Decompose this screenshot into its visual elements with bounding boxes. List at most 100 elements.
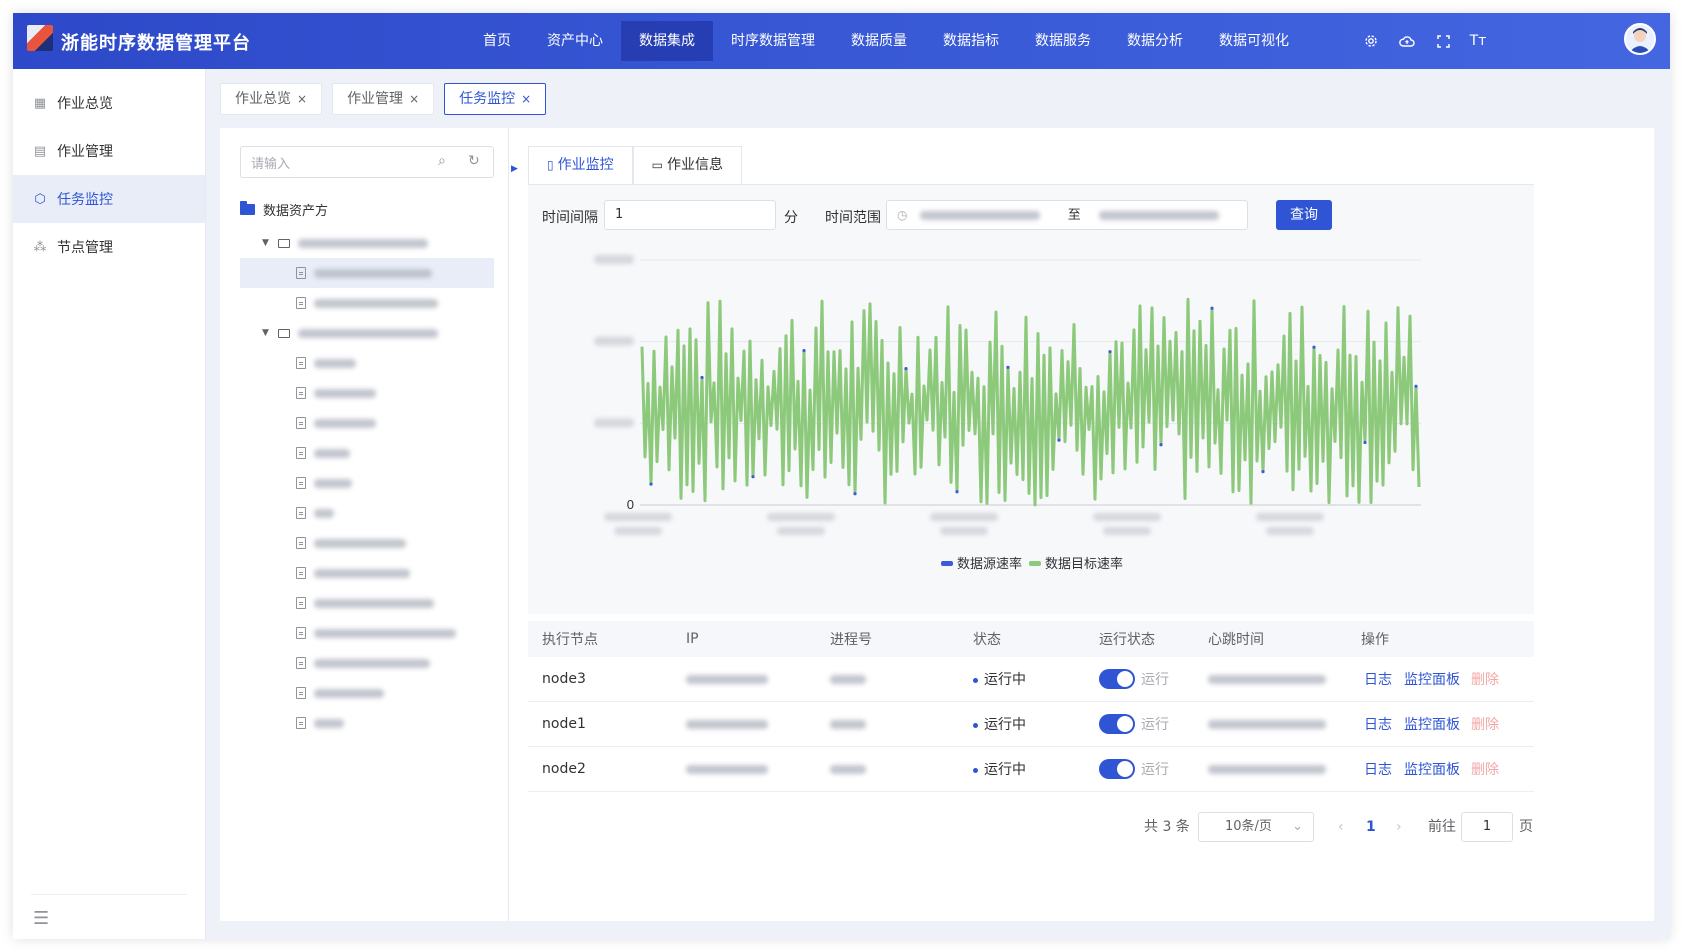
tree-leaf[interactable] <box>240 708 494 738</box>
tree-search[interactable]: ⌕ ↻ <box>240 146 494 178</box>
tree-group[interactable]: ▼ <box>240 318 494 348</box>
run-toggle[interactable] <box>1099 714 1135 734</box>
tree-leaf[interactable] <box>240 648 494 678</box>
redacted-ip <box>686 719 768 729</box>
search-input[interactable] <box>251 153 431 173</box>
tree-leaf[interactable] <box>240 438 494 468</box>
redacted-pid <box>830 719 866 729</box>
monitor-panel: ▯ 作业监控 ▭ 作业信息 0 数据源速率 数据目标速率 时间间隔 1 分 时间范围 ◷… <box>528 128 1534 921</box>
delete-link[interactable]: 删除 <box>1471 714 1499 734</box>
log-link[interactable]: 日志 <box>1364 714 1392 734</box>
tree-leaf[interactable] <box>240 618 494 648</box>
cloud-icon[interactable] <box>1395 29 1419 53</box>
sidebar-item-job-management[interactable]: ▤ 作业管理 <box>13 127 205 175</box>
col-status: 状态 <box>973 632 1001 648</box>
series-source-point <box>955 490 959 494</box>
status-dot-icon <box>973 677 978 683</box>
log-link[interactable]: 日志 <box>1364 759 1392 779</box>
sidebar-item-task-monitor[interactable]: ⬡ 任务监控 <box>13 175 205 223</box>
tree-leaf[interactable] <box>240 498 494 528</box>
tree-leaf[interactable] <box>240 678 494 708</box>
fullscreen-icon[interactable] <box>1431 29 1455 53</box>
close-icon[interactable]: × <box>297 92 307 106</box>
series-source-point <box>1210 306 1214 310</box>
tab-job-monitor[interactable]: ▯ 作业监控 <box>528 146 633 184</box>
run-state-label: 运行 <box>1141 672 1169 688</box>
next-page-icon[interactable]: › <box>1396 812 1402 842</box>
search-icon[interactable]: ⌕ <box>438 153 446 169</box>
nav-timeseries[interactable]: 时序数据管理 <box>713 21 833 61</box>
menu-collapse-icon[interactable]: ☰ <box>33 908 49 929</box>
status-badge: 运行中 <box>973 669 1026 689</box>
nav-data-visualization[interactable]: 数据可视化 <box>1201 21 1307 61</box>
tree-leaf[interactable] <box>240 588 494 618</box>
log-link[interactable]: 日志 <box>1364 669 1392 689</box>
tab-job-info[interactable]: ▭ 作业信息 <box>632 146 742 184</box>
status-badge: 运行中 <box>973 759 1026 779</box>
sidebar-item-job-overview[interactable]: ▦ 作业总览 <box>13 79 205 127</box>
delete-link[interactable]: 删除 <box>1471 759 1499 779</box>
monitor-panel-link[interactable]: 监控面板 <box>1404 714 1460 734</box>
prev-page-icon[interactable]: ‹ <box>1338 812 1344 842</box>
nav-asset-center[interactable]: 资产中心 <box>529 21 621 61</box>
total-count: 共 3 条 <box>1144 819 1190 835</box>
nav-data-integration[interactable]: 数据集成 <box>621 21 713 61</box>
series-source-point <box>1108 350 1112 354</box>
nav-data-analysis[interactable]: 数据分析 <box>1109 21 1201 61</box>
nav-data-service[interactable]: 数据服务 <box>1017 21 1109 61</box>
tree-group[interactable]: ▼ <box>240 228 494 258</box>
legend-swatch-target <box>1029 561 1041 566</box>
close-icon[interactable]: × <box>521 92 531 106</box>
tree-root[interactable]: 数据资产方 <box>240 194 494 224</box>
series-source-point <box>700 375 704 380</box>
sidebar-item-label: 节点管理 <box>57 240 113 256</box>
tab-task-monitor[interactable]: 任务监控 × <box>444 83 547 115</box>
run-toggle[interactable] <box>1099 759 1135 779</box>
nav-data-quality[interactable]: 数据质量 <box>833 21 925 61</box>
redacted-heartbeat <box>1208 674 1326 684</box>
date-range-picker[interactable]: ◷ 至 <box>886 200 1248 230</box>
tree-leaf[interactable] <box>240 258 494 288</box>
goto-label: 前往 <box>1428 819 1456 835</box>
nav-home[interactable]: 首页 <box>465 21 529 61</box>
goto-page-input[interactable]: 1 <box>1461 812 1513 842</box>
redacted-text <box>314 568 410 578</box>
main-card: ⌕ ↻ 数据资产方 ▼ ▼ <box>220 128 1654 921</box>
brand-title: 浙能时序数据管理平台 <box>61 33 251 54</box>
nav-data-metrics[interactable]: 数据指标 <box>925 21 1017 61</box>
redacted-text <box>314 358 356 368</box>
refresh-icon[interactable]: ↻ <box>468 153 480 169</box>
close-icon[interactable]: × <box>409 92 419 106</box>
run-toggle-cell: 运行 <box>1099 759 1169 779</box>
divider <box>31 894 187 895</box>
tab-job-management[interactable]: 作业管理 × <box>332 83 435 115</box>
query-button[interactable]: 查询 <box>1276 200 1332 230</box>
settings-icon[interactable] <box>1359 29 1383 53</box>
interval-input[interactable]: 1 <box>604 200 776 230</box>
tree-leaf[interactable] <box>240 558 494 588</box>
tree-leaf[interactable] <box>240 408 494 438</box>
tree-leaf[interactable] <box>240 288 494 318</box>
avatar[interactable] <box>1624 23 1656 55</box>
caret-down-icon: ▼ <box>262 328 269 338</box>
table-row: node1 运行中 运行 日志 监控面板 删除 <box>528 702 1534 747</box>
page-number[interactable]: 1 <box>1366 812 1376 842</box>
font-size-icon[interactable]: Tт <box>1466 29 1490 53</box>
redacted-tick-label <box>930 513 998 521</box>
collapse-arrow-icon[interactable]: ▶ <box>511 164 518 174</box>
interval-unit: 分 <box>784 210 798 226</box>
tree-leaf[interactable] <box>240 528 494 558</box>
redacted-tick-label <box>594 336 634 346</box>
monitor-panel-link[interactable]: 监控面板 <box>1404 669 1460 689</box>
tree-leaf[interactable] <box>240 348 494 378</box>
sidebar-item-node-management[interactable]: ⁂ 节点管理 <box>13 223 205 271</box>
clock-icon: ◷ <box>897 208 908 222</box>
tree-leaf[interactable] <box>240 378 494 408</box>
redacted-text <box>314 478 352 488</box>
page-size-select[interactable]: 10条/页 ⌄ <box>1198 812 1314 842</box>
monitor-panel-link[interactable]: 监控面板 <box>1404 759 1460 779</box>
tab-job-overview[interactable]: 作业总览 × <box>220 83 323 115</box>
tree-leaf[interactable] <box>240 468 494 498</box>
delete-link[interactable]: 删除 <box>1471 669 1499 689</box>
run-toggle[interactable] <box>1099 669 1135 689</box>
